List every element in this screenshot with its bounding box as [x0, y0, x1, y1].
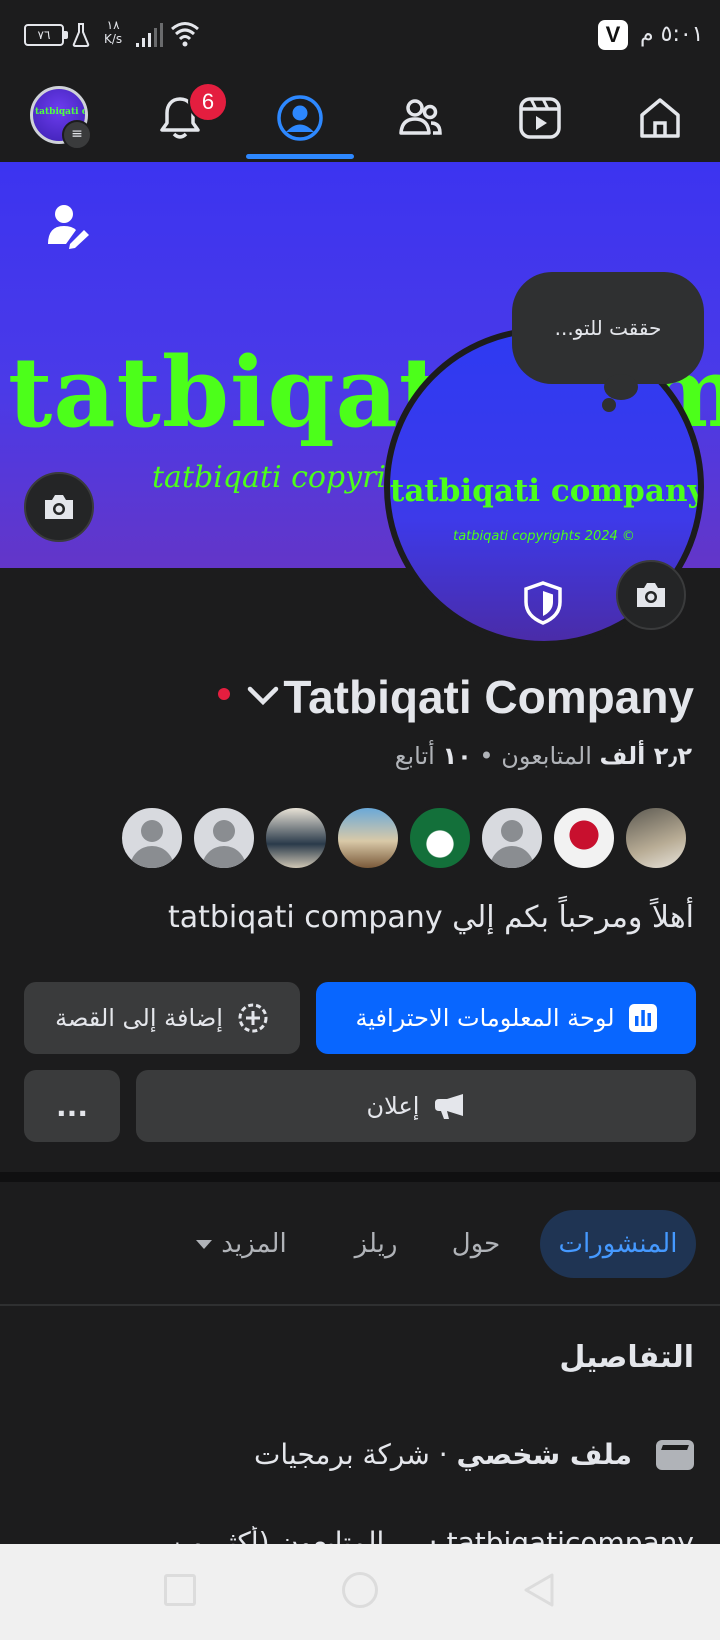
tab-reels[interactable]: ريلز [326, 1210, 426, 1278]
wifi-icon [171, 22, 199, 47]
friends-icon [399, 99, 442, 135]
follower-avatar[interactable] [624, 806, 688, 870]
profile-name: Tatbiqati Company [283, 671, 694, 723]
note-bubble-tail-small [602, 398, 616, 412]
follower-avatar[interactable] [264, 806, 328, 870]
follower-avatar[interactable] [408, 806, 472, 870]
section-divider [0, 1172, 720, 1182]
home-button[interactable] [342, 1572, 378, 1608]
unread-dot [218, 688, 230, 700]
menu-icon[interactable]: ≡ [62, 120, 92, 150]
follower-avatar[interactable] [336, 806, 400, 870]
detail-page-type-rest: · شركة برمجيات [253, 1438, 448, 1471]
followers-count: ٢٫٢ ألف [599, 742, 692, 770]
profile-picture-subtitle: tatbiqati copyrights 2024 © [453, 529, 635, 544]
following-label: أتابع [394, 742, 435, 770]
follower-avatar[interactable] [192, 806, 256, 870]
profile-icon [277, 95, 323, 141]
status-time: ٥:٠١ م [640, 22, 704, 47]
profile-camera-button[interactable] [616, 560, 686, 630]
add-to-story-label: إضافة إلى القصة [55, 1004, 223, 1032]
home-icon [640, 98, 680, 138]
app-notification-icon: V [598, 20, 628, 50]
detail-page-type-bold: ملف شخصي [456, 1438, 633, 1471]
network-speed-unit: K/s [104, 32, 123, 46]
network-speed-value: ١٨ [106, 18, 120, 32]
tabs-divider [0, 1304, 720, 1306]
profile-tab[interactable] [248, 74, 352, 162]
tab-more-label: المزيد [221, 1229, 287, 1259]
chart-icon [628, 1004, 657, 1032]
camera-icon [45, 495, 73, 519]
profile-bio: أهلاً ومرحباً بكم إلي tatbiqati company [167, 900, 694, 935]
reels-icon [519, 97, 561, 139]
professional-dashboard-button[interactable]: لوحة المعلومات الاحترافية [316, 982, 696, 1054]
detail-page-type: ملف شخصي · شركة برمجيات [254, 1438, 694, 1471]
recent-apps-button[interactable] [164, 1574, 196, 1606]
notification-badge: 6 [188, 82, 228, 122]
more-options-icon: ... [56, 1089, 88, 1123]
home-tab[interactable] [608, 74, 712, 162]
follower-avatar[interactable] [480, 806, 544, 870]
caret-down-icon [196, 1240, 213, 1249]
cover-camera-button[interactable] [24, 472, 94, 542]
note-bubble-tail [604, 374, 638, 400]
reels-tab[interactable] [488, 74, 592, 162]
advertise-label: إعلان [366, 1092, 420, 1120]
following-count: ١٠ [442, 742, 472, 770]
tab-more[interactable]: المزيد [186, 1210, 296, 1278]
edit-person-icon[interactable] [44, 200, 94, 250]
back-button[interactable] [522, 1572, 556, 1608]
advertise-button[interactable]: إعلان [136, 1070, 696, 1142]
add-story-icon [238, 1003, 268, 1033]
cover-subtitle-text: tatbiqati copyrig [152, 460, 406, 495]
tab-posts[interactable]: المنشورات [540, 1210, 696, 1278]
network-speed: ١٨ K/s [104, 18, 122, 46]
chevron-down-icon[interactable] [246, 680, 280, 710]
stats-separator: • [471, 742, 494, 770]
more-options-button[interactable]: ... [24, 1070, 120, 1142]
professional-dashboard-label: لوحة المعلومات الاحترافية [355, 1004, 615, 1032]
friends-tab[interactable] [368, 74, 472, 162]
active-tab-indicator [246, 154, 354, 159]
camera-icon [637, 583, 665, 607]
follow-stats[interactable]: ٢٫٢ ألف المتابعون • ١٠ أتابع [395, 742, 692, 770]
follower-avatar[interactable] [552, 806, 616, 870]
flask-icon [72, 23, 90, 47]
note-bubble[interactable]: حققت للتو... [512, 272, 704, 384]
add-to-story-button[interactable]: إضافة إلى القصة [24, 982, 300, 1054]
battery-icon: ٧٦ [24, 24, 68, 46]
signal-icon [136, 23, 163, 47]
profile-picture-title: tatbiqati company [390, 473, 704, 509]
details-heading: التفاصيل [559, 1340, 694, 1375]
category-icon [656, 1439, 694, 1470]
followers-label: المتابعون [501, 742, 592, 770]
tab-about[interactable]: حول [426, 1210, 526, 1278]
shield-icon [524, 581, 562, 625]
detail-partial-row: tatbiqaticompany · ... المتابعون (أكثر م… [168, 1526, 694, 1546]
follower-avatar[interactable] [120, 806, 184, 870]
megaphone-icon [435, 1094, 464, 1119]
